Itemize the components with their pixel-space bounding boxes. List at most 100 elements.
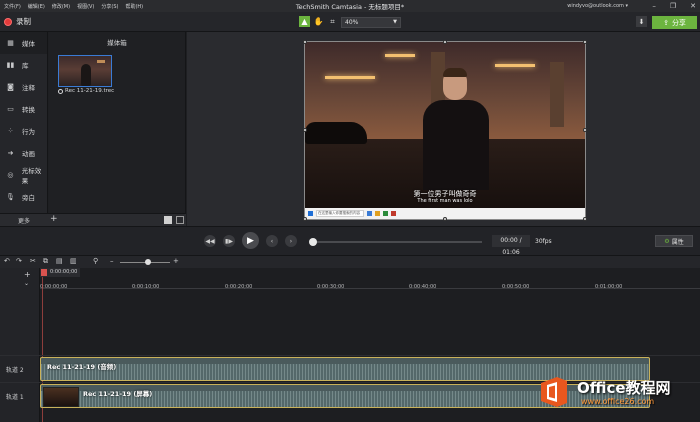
timecode: 00:00 / 01:06 [492, 235, 530, 256]
nav-label: 旁白 [22, 194, 35, 202]
media-bin: 媒体箱 Rec 11-21-19.trec [49, 32, 186, 213]
account-menu[interactable]: windyvo@outlook.com ▾ [567, 3, 628, 9]
resize-handle[interactable] [583, 40, 587, 44]
cut-icon[interactable]: ✂ [30, 257, 36, 265]
playback-bar: ◀◀ ▮▶ ▶ ‹ › 00:00 / 01:06 30fps ⚙ 属性 [0, 226, 700, 256]
taskbar-search: 在这里输入你要搜索的内容 [316, 210, 364, 217]
clip-name: Rec 11-21-19 (屏幕) [83, 390, 153, 398]
redo-icon[interactable]: ↷ [16, 257, 22, 265]
time-ruler[interactable]: 0:00:00;00 0:00:10;00 0:00:20;00 0:00:30… [40, 277, 700, 290]
list-view-icon[interactable] [176, 216, 184, 224]
resize-handle[interactable] [443, 217, 447, 221]
properties-label: 属性 [671, 238, 684, 246]
next-icon[interactable]: › [285, 235, 297, 247]
scrubber-track[interactable] [312, 241, 482, 243]
share-button[interactable]: ⇪ 分享 [652, 16, 697, 29]
scrubber-knob[interactable] [309, 238, 317, 246]
canvas-tools: ▲ ✋ ⌗ [299, 16, 338, 27]
download-button[interactable]: ⬇ [636, 16, 647, 27]
chevron-down-icon[interactable]: ⌄ [24, 280, 29, 287]
nav-item-media[interactable]: ▦ 媒体 [0, 32, 47, 54]
restore-icon[interactable]: ❐ [670, 2, 676, 10]
add-track-icon[interactable]: + [24, 270, 31, 279]
previous-icon[interactable]: ‹ [266, 235, 278, 247]
record-button[interactable]: 录制 [4, 16, 31, 27]
resize-handle[interactable] [303, 128, 307, 132]
zoom-in-icon[interactable]: + [173, 257, 179, 265]
thumbnail-person [81, 64, 91, 86]
nav-item-library[interactable]: ▮▮ 库 [0, 54, 47, 76]
split-icon[interactable]: ▥ [70, 257, 77, 265]
zoom-out-icon[interactable]: – [110, 257, 114, 265]
share-icon: ⇪ [663, 18, 669, 27]
paste-icon[interactable]: ▤ [56, 257, 63, 265]
video-person [423, 68, 489, 190]
pointer-icon[interactable]: ▲ [299, 16, 310, 27]
playhead[interactable]: 0:00:00;00 [40, 268, 80, 277]
media-icon: ▦ [7, 39, 14, 47]
gear-icon: ⚙ [664, 237, 670, 245]
timeline-zoom-knob[interactable] [145, 259, 151, 265]
resize-handle[interactable] [443, 40, 447, 44]
menu-file[interactable]: 文件(F) [4, 3, 21, 10]
video-preview[interactable]: 第一位男子叫做奇奇 The first man was lolo 在这里输入你要… [304, 41, 586, 220]
resize-handle[interactable] [303, 40, 307, 44]
clip-thumbnail [43, 387, 79, 407]
video-car [305, 122, 367, 144]
annotation-icon: ◙ [7, 83, 14, 91]
behavior-icon: ⁘ [7, 127, 14, 135]
person-hair [443, 68, 467, 77]
menu-edit[interactable]: 编辑(E) [28, 3, 45, 10]
undo-icon[interactable]: ↶ [4, 257, 10, 265]
media-clip-thumbnail[interactable] [58, 55, 112, 87]
menu-view[interactable]: 视图(V) [77, 3, 94, 10]
resize-handle[interactable] [583, 217, 587, 221]
menu-modify[interactable]: 修改(M) [52, 3, 70, 10]
nav-item-voice-narration[interactable]: 🎙 旁白 [0, 186, 47, 208]
clip-name: Rec 11-21-19 (音频) [47, 363, 117, 371]
caption-english: The first man was lolo [417, 198, 473, 204]
nav-label: 媒体 [22, 40, 35, 48]
play-button[interactable]: ▶ [242, 232, 259, 249]
canvas-area: 第一位男子叫做奇奇 The first man was lolo 在这里输入你要… [187, 32, 700, 226]
play-pause-icon[interactable]: ▮▶ [223, 235, 235, 247]
close-icon[interactable]: ✕ [690, 2, 696, 10]
grid-view-icon[interactable] [164, 216, 172, 224]
track-label: 轨道 2 [6, 367, 24, 374]
nav-item-cursor-effects[interactable]: ◎ 光标效果 [0, 164, 47, 186]
chevron-down-icon: ▼ [393, 19, 397, 25]
copy-icon[interactable]: ⧉ [43, 257, 48, 266]
tick-label: 0:00:20;00 [225, 284, 253, 290]
menu-help[interactable]: 帮助(H) [125, 3, 143, 10]
video-light [325, 76, 375, 79]
taskbar-app-icon [367, 211, 372, 216]
nav-item-annotations[interactable]: ◙ 注释 [0, 76, 47, 98]
office-logo-icon [541, 377, 567, 407]
add-icon[interactable]: + [50, 214, 58, 224]
more-button[interactable]: 更多 [18, 216, 30, 225]
zoom-search-icon[interactable]: ⚲ [93, 257, 98, 265]
resize-handle[interactable] [583, 128, 587, 132]
nav-item-behaviors[interactable]: ⁘ 行为 [0, 120, 47, 142]
pan-hand-icon[interactable]: ✋ [313, 16, 324, 27]
crop-icon[interactable]: ⌗ [327, 16, 338, 27]
video-pillar [550, 62, 564, 127]
thumbnail-light [97, 60, 105, 63]
tick-label: 0:00:10;00 [132, 284, 160, 290]
menu-share[interactable]: 分享(S) [101, 3, 118, 10]
library-icon: ▮▮ [6, 61, 15, 69]
taskbar-app-icon [375, 211, 380, 216]
nav-label: 注释 [22, 84, 35, 92]
step-back-icon[interactable]: ◀◀ [204, 235, 216, 247]
zoom-select[interactable]: 40% ▼ [341, 17, 401, 28]
tick-label: 0:00:50;00 [502, 284, 530, 290]
properties-button[interactable]: ⚙ 属性 [655, 235, 693, 247]
video-light [385, 54, 415, 57]
record-icon [4, 17, 12, 26]
nav-label: 转换 [22, 106, 35, 114]
minimize-icon[interactable]: – [652, 2, 656, 10]
tick-label: 0:01:00;00 [595, 284, 623, 290]
nav-item-transitions[interactable]: ▭ 转换 [0, 98, 47, 120]
nav-item-animations[interactable]: ➜ 动画 [0, 142, 47, 164]
resize-handle[interactable] [303, 217, 307, 221]
